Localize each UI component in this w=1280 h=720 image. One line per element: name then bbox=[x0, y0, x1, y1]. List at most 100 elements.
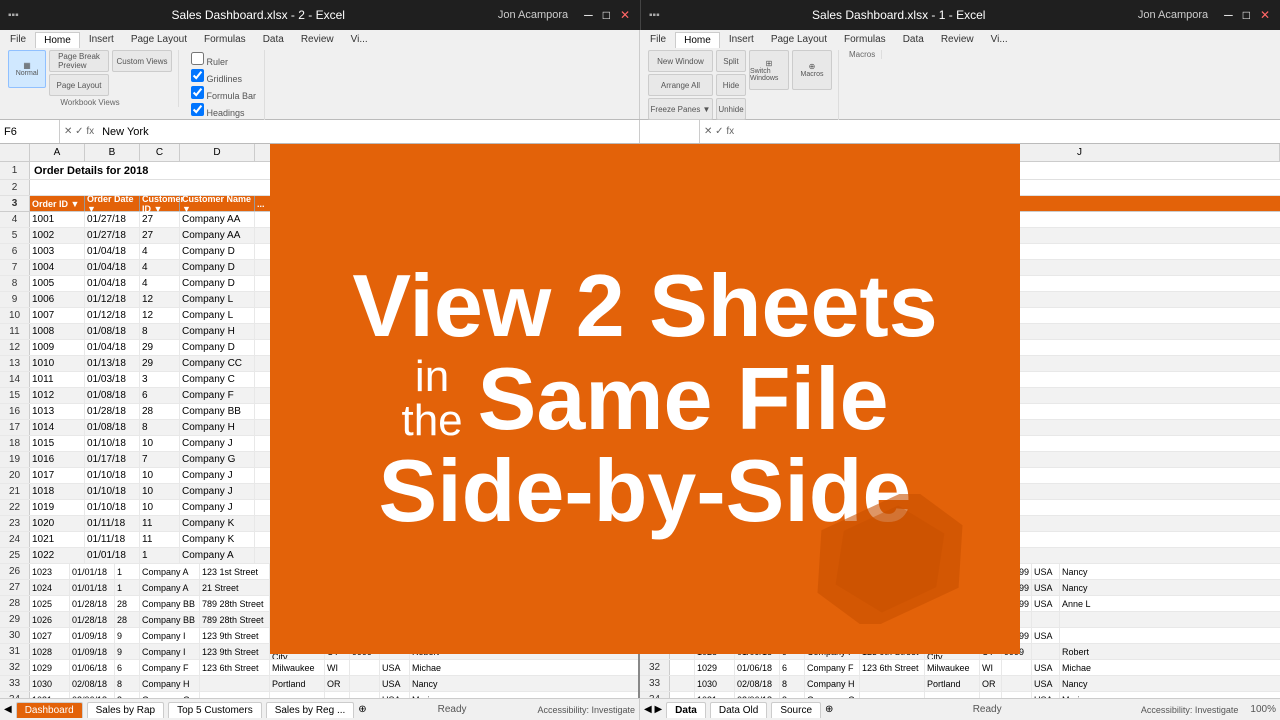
cell-custname-8[interactable]: Company D bbox=[180, 276, 255, 291]
tab-review-left[interactable]: Review bbox=[293, 32, 342, 48]
cell-orderid-20[interactable]: 1017 bbox=[30, 468, 85, 483]
ruler-checkbox[interactable]: Ruler bbox=[191, 52, 256, 67]
cell-custname-17[interactable]: Company H bbox=[180, 420, 255, 435]
name-box-left[interactable]: F6 bbox=[0, 120, 60, 143]
tab-formulas-left[interactable]: Formulas bbox=[196, 32, 254, 48]
cell-orderdate-7[interactable]: 01/04/18 bbox=[85, 260, 140, 275]
close-btn-right[interactable]: ✕ bbox=[1260, 8, 1270, 22]
cell-custid-21[interactable]: 10 bbox=[140, 484, 180, 499]
cell-custid-22[interactable]: 10 bbox=[140, 500, 180, 515]
sheet-tab-salesbyreg[interactable]: Sales by Reg ... bbox=[266, 702, 355, 718]
tab-home-left[interactable]: Home bbox=[35, 32, 80, 48]
tab-data-left[interactable]: Data bbox=[255, 32, 292, 48]
cell-orderid-22[interactable]: 1019 bbox=[30, 500, 85, 515]
cell-orderid-4[interactable]: 1001 bbox=[30, 212, 85, 227]
cell-orderdate-13[interactable]: 01/13/18 bbox=[85, 356, 140, 371]
cell-custname-25[interactable]: Company A bbox=[180, 548, 255, 563]
cell-custid-14[interactable]: 3 bbox=[140, 372, 180, 387]
cell-orderdate-25[interactable]: 01/01/18 bbox=[85, 548, 140, 563]
cell-custid-9[interactable]: 12 bbox=[140, 292, 180, 307]
tab-view-right[interactable]: Vi... bbox=[983, 32, 1016, 48]
sheet-tab-source[interactable]: Source bbox=[771, 702, 821, 718]
cell-custname-19[interactable]: Company G bbox=[180, 452, 255, 467]
cell-orderdate-5[interactable]: 01/27/18 bbox=[85, 228, 140, 243]
cell-orderid-24[interactable]: 1021 bbox=[30, 532, 85, 547]
tab-insert-right[interactable]: Insert bbox=[721, 32, 762, 48]
cell-orderid-10[interactable]: 1007 bbox=[30, 308, 85, 323]
cell-orderdate-8[interactable]: 01/04/18 bbox=[85, 276, 140, 291]
add-sheet-btn[interactable]: ⊕ bbox=[358, 704, 366, 715]
cell-orderdate-22[interactable]: 01/10/18 bbox=[85, 500, 140, 515]
cell-custname-21[interactable]: Company J bbox=[180, 484, 255, 499]
cell-orderdate-4[interactable]: 01/27/18 bbox=[85, 212, 140, 227]
cell-custid-23[interactable]: 11 bbox=[140, 516, 180, 531]
tab-file-right[interactable]: File bbox=[642, 32, 674, 48]
pagebreak-btn[interactable]: Page BreakPreview bbox=[49, 50, 109, 72]
cell-orderdate-20[interactable]: 01/10/18 bbox=[85, 468, 140, 483]
minimize-btn-left[interactable]: ─ bbox=[584, 8, 593, 22]
cell-custname-7[interactable]: Company D bbox=[180, 260, 255, 275]
cell-custid-13[interactable]: 29 bbox=[140, 356, 180, 371]
cell-custid-11[interactable]: 8 bbox=[140, 324, 180, 339]
tab-formulas-right[interactable]: Formulas bbox=[836, 32, 894, 48]
cell-custname-13[interactable]: Company CC bbox=[180, 356, 255, 371]
cell-custname-10[interactable]: Company L bbox=[180, 308, 255, 323]
freeze-panes-btn[interactable]: Freeze Panes ▼ bbox=[648, 98, 713, 120]
cell-orderid-9[interactable]: 1006 bbox=[30, 292, 85, 307]
cell-custname-6[interactable]: Company D bbox=[180, 244, 255, 259]
cell-orderid-12[interactable]: 1009 bbox=[30, 340, 85, 355]
maximize-btn-left[interactable]: □ bbox=[603, 8, 610, 22]
sheet-tab-dashboard[interactable]: Dashboard bbox=[16, 702, 83, 718]
tab-data-right[interactable]: Data bbox=[895, 32, 932, 48]
cell-orderid-18[interactable]: 1015 bbox=[30, 436, 85, 451]
cell-custid-8[interactable]: 4 bbox=[140, 276, 180, 291]
cell-orderid-15[interactable]: 1012 bbox=[30, 388, 85, 403]
left-bottom-row-33[interactable]: 33 1030 02/08/18 8 Company H Portland OR… bbox=[0, 676, 638, 692]
cell-custid-24[interactable]: 11 bbox=[140, 532, 180, 547]
hide-btn[interactable]: Hide bbox=[716, 74, 746, 96]
minimize-btn-right[interactable]: ─ bbox=[1224, 8, 1233, 22]
tab-insert-left[interactable]: Insert bbox=[81, 32, 122, 48]
right-bottom-row-32[interactable]: 32 1029 01/06/18 6 Company F 123 6th Str… bbox=[640, 660, 1280, 676]
cell-custid-18[interactable]: 10 bbox=[140, 436, 180, 451]
cell-orderid-19[interactable]: 1016 bbox=[30, 452, 85, 467]
ribbon-tabs-right[interactable]: File Home Insert Page Layout Formulas Da… bbox=[642, 32, 1278, 48]
left-bottom-row-34[interactable]: 34 1031 02/06/18 3 Company C USA Mariya bbox=[0, 692, 638, 698]
cell-orderid-5[interactable]: 1002 bbox=[30, 228, 85, 243]
cell-orderid-11[interactable]: 1008 bbox=[30, 324, 85, 339]
pagelayout-btn[interactable]: Page Layout bbox=[49, 74, 109, 96]
cell-custname-23[interactable]: Company K bbox=[180, 516, 255, 531]
cell-custid-20[interactable]: 10 bbox=[140, 468, 180, 483]
cell-orderid-6[interactable]: 1003 bbox=[30, 244, 85, 259]
cell-custid-12[interactable]: 29 bbox=[140, 340, 180, 355]
sheet-tab-data[interactable]: Data bbox=[666, 702, 706, 718]
cell-orderid-21[interactable]: 1018 bbox=[30, 484, 85, 499]
headings-checkbox[interactable]: Headings bbox=[191, 103, 256, 118]
cell-orderid-7[interactable]: 1004 bbox=[30, 260, 85, 275]
cell-custname-4[interactable]: Company AA bbox=[180, 212, 255, 227]
cell-orderdate-15[interactable]: 01/08/18 bbox=[85, 388, 140, 403]
cell-orderid-25[interactable]: 1022 bbox=[30, 548, 85, 563]
formula-input-left[interactable]: New York bbox=[98, 126, 639, 138]
cell-orderdate-16[interactable]: 01/28/18 bbox=[85, 404, 140, 419]
prev-sheet-btn-right[interactable]: ◀ ▶ bbox=[644, 704, 662, 715]
split-btn[interactable]: Split bbox=[716, 50, 746, 72]
custom-views-btn[interactable]: Custom Views bbox=[112, 50, 172, 72]
cell-custname-5[interactable]: Company AA bbox=[180, 228, 255, 243]
cell-custname-24[interactable]: Company K bbox=[180, 532, 255, 547]
cell-orderid-8[interactable]: 1005 bbox=[30, 276, 85, 291]
cell-custname-16[interactable]: Company BB bbox=[180, 404, 255, 419]
cell-custname-12[interactable]: Company D bbox=[180, 340, 255, 355]
formula-bar-checkbox[interactable]: Formula Bar bbox=[191, 86, 256, 101]
cell-custname-22[interactable]: Company J bbox=[180, 500, 255, 515]
cell-orderdate-19[interactable]: 01/17/18 bbox=[85, 452, 140, 467]
cell-custid-17[interactable]: 8 bbox=[140, 420, 180, 435]
cell-orderdate-10[interactable]: 01/12/18 bbox=[85, 308, 140, 323]
unhide-btn[interactable]: Unhide bbox=[716, 98, 746, 120]
left-bottom-row-32[interactable]: 32 1029 01/06/18 6 Company F 123 6th Str… bbox=[0, 660, 638, 676]
cell-custname-15[interactable]: Company F bbox=[180, 388, 255, 403]
cell-orderdate-11[interactable]: 01/08/18 bbox=[85, 324, 140, 339]
cell-custid-16[interactable]: 28 bbox=[140, 404, 180, 419]
cell-custname-18[interactable]: Company J bbox=[180, 436, 255, 451]
tab-pagelayout-right[interactable]: Page Layout bbox=[763, 32, 835, 48]
